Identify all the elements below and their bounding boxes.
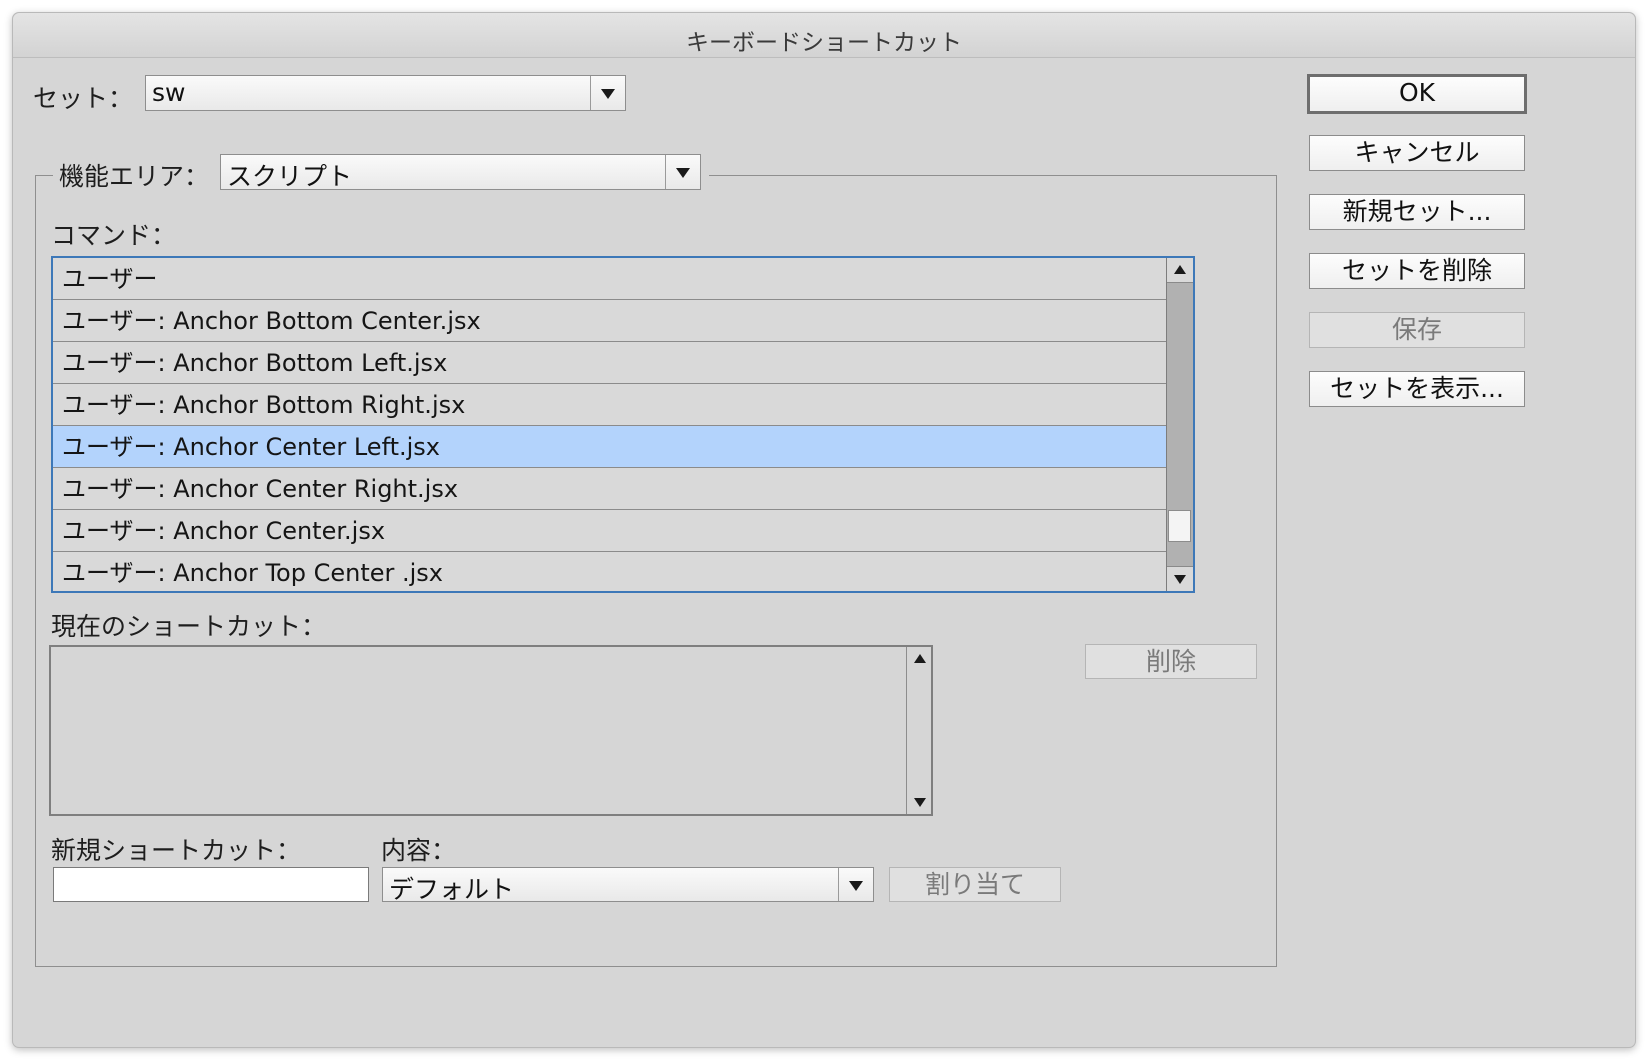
- command-rows: ユーザー ユーザー: Anchor Bottom Center.jsx ユーザー: …: [53, 258, 1167, 591]
- command-list-item[interactable]: ユーザー: Anchor Center Left.jsx: [53, 426, 1167, 468]
- scroll-up-arrow-icon[interactable]: [907, 647, 931, 671]
- chevron-down-icon: [838, 868, 873, 901]
- context-dropdown-value: デフォルト: [389, 875, 515, 904]
- keyboard-shortcuts-dialog: キーボードショートカット セット： sw 機能エリア： スクリプト コマンド： …: [12, 12, 1636, 1048]
- delete-shortcut-button[interactable]: 削除: [1085, 644, 1257, 679]
- save-button[interactable]: 保存: [1309, 312, 1525, 348]
- ok-button[interactable]: OK: [1307, 74, 1527, 114]
- current-shortcut-label: 現在のショートカット：: [51, 612, 327, 641]
- scroll-thumb[interactable]: [1168, 510, 1191, 542]
- cancel-button[interactable]: キャンセル: [1309, 135, 1525, 171]
- assign-button[interactable]: 割り当て: [889, 867, 1061, 902]
- dialog-title: キーボードショートカット: [686, 30, 962, 56]
- title-bar[interactable]: キーボードショートカット: [13, 13, 1635, 58]
- context-label: 内容：: [381, 836, 457, 865]
- new-shortcut-input[interactable]: [53, 867, 369, 902]
- context-dropdown[interactable]: デフォルト: [382, 867, 874, 904]
- new-shortcut-label: 新規ショートカット：: [51, 836, 302, 865]
- scroll-down-arrow-icon[interactable]: [1167, 566, 1193, 591]
- chevron-down-icon: [665, 155, 700, 189]
- command-list-item[interactable]: ユーザー: Anchor Bottom Center.jsx: [53, 300, 1167, 342]
- command-list[interactable]: ユーザー ユーザー: Anchor Bottom Center.jsx ユーザー: …: [51, 256, 1195, 593]
- chevron-down-icon: [590, 76, 625, 110]
- function-area-label: 機能エリア：: [59, 162, 210, 191]
- scroll-down-arrow-icon[interactable]: [907, 790, 931, 814]
- show-set-button[interactable]: セットを表示...: [1309, 371, 1525, 407]
- command-list-item[interactable]: ユーザー: Anchor Bottom Left.jsx: [53, 342, 1167, 384]
- set-label: セット：: [33, 84, 134, 113]
- set-dropdown[interactable]: sw: [145, 75, 626, 111]
- command-label: コマンド：: [51, 221, 177, 250]
- set-dropdown-value: sw: [152, 78, 186, 107]
- function-area-dropdown[interactable]: スクリプト: [220, 154, 701, 191]
- current-shortcut-list[interactable]: [49, 645, 933, 816]
- command-list-item[interactable]: ユーザー: Anchor Center Right.jsx: [53, 468, 1167, 510]
- scroll-up-arrow-icon[interactable]: [1167, 258, 1193, 283]
- command-list-item[interactable]: ユーザー: Anchor Top Center .jsx: [53, 552, 1167, 591]
- function-area-dropdown-value: スクリプト: [227, 162, 353, 191]
- command-list-item[interactable]: ユーザー: Anchor Bottom Right.jsx: [53, 384, 1167, 426]
- command-list-scrollbar[interactable]: [1166, 258, 1193, 591]
- new-set-button[interactable]: 新規セット...: [1309, 194, 1525, 230]
- delete-set-button[interactable]: セットを削除: [1309, 253, 1525, 289]
- command-list-item[interactable]: ユーザー: [53, 258, 1167, 300]
- current-shortcut-scrollbar[interactable]: [906, 647, 931, 814]
- command-list-item[interactable]: ユーザー: Anchor Center.jsx: [53, 510, 1167, 552]
